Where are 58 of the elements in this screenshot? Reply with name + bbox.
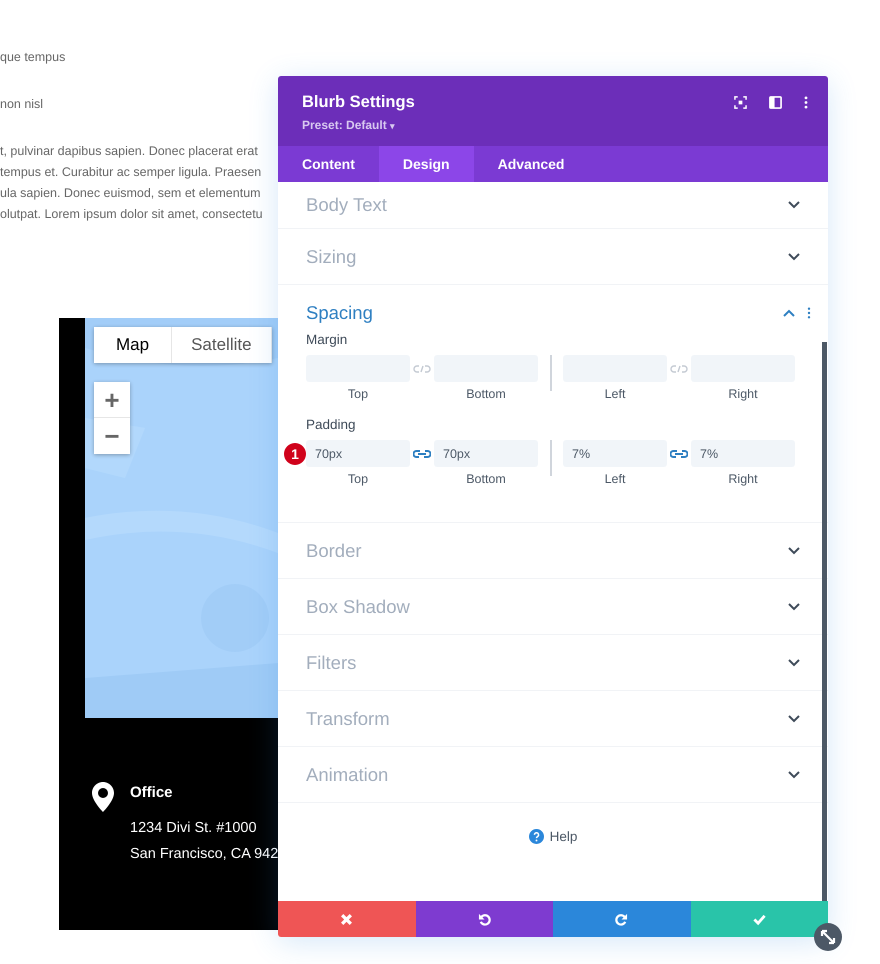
field-caption: Bottom [466,387,506,401]
tab[interactable]: Content [278,146,379,182]
address-line: San Francisco, CA 942 [130,845,278,864]
body-text: tempus et. Curabitur ac semper ligula. Praesen [0,164,262,181]
sidebar-layout-icon[interactable] [769,96,782,108]
modal-title: Blurb Settings [302,93,415,112]
chevron-down-icon[interactable] [788,658,800,666]
field-caption: Right [728,387,758,401]
more-options-icon[interactable] [807,306,811,318]
input-field[interactable]: 7% [691,440,795,467]
help-link[interactable]: Help [528,829,578,844]
more-options-icon[interactable] [804,96,808,108]
close-icon [340,912,354,926]
input-field[interactable]: 70px [306,440,410,467]
help-icon [528,829,544,844]
step-badge: 1 [284,443,306,465]
body-text: non nisl [0,96,44,113]
field-caption: Left [604,387,626,401]
chevron-down-icon[interactable] [788,602,800,610]
tab[interactable]: Advanced [474,146,588,182]
save-button[interactable] [690,901,828,937]
chevron-down-icon[interactable] [788,714,800,722]
chevron-down-icon[interactable] [788,252,800,260]
section-toggle[interactable]: Spacing [306,302,373,324]
field-caption: Bottom [466,472,506,486]
body-text: que tempus [0,49,66,66]
input-field[interactable]: 7% [563,440,667,467]
body-text: ula sapien. Donec euismod, sem et elementum [0,185,261,202]
input-field[interactable]: 70px [434,440,538,467]
chevron-up-icon[interactable] [783,308,795,316]
chevron-down-icon[interactable] [788,770,800,778]
expand-icon[interactable] [734,96,747,108]
undo-icon [478,912,491,926]
field-caption: Right [728,472,758,486]
map-type-button[interactable]: Map [94,327,172,363]
chevron-down-icon[interactable] [788,201,800,209]
field-label: Padding [306,417,357,432]
zoom-in-button[interactable]: + [94,382,130,418]
field-caption: Top [348,472,368,486]
field-caption: Top [348,387,368,401]
link-icon[interactable] [413,449,431,459]
location-pin-icon [92,782,114,812]
redo-icon [615,912,628,926]
tab[interactable]: Design [378,146,474,182]
chevron-down-icon[interactable] [788,546,800,554]
preset-dropdown[interactable]: Preset: Default ▾ [302,118,396,132]
map-type-button[interactable]: Satellite [172,327,272,363]
field-label: Margin [306,332,348,347]
contact-title: Office [130,784,174,801]
checkmark-icon [752,912,766,926]
zoom-out-button[interactable]: − [94,418,130,454]
address-line: 1234 Divi St. #1000 [130,819,258,838]
body-text: olutpat. Lorem ipsum dolor sit amet, consectetu [0,206,263,223]
resize-handle-icon[interactable] [814,923,842,951]
field-caption: Left [604,472,626,486]
link-icon[interactable] [670,449,688,459]
body-text: t, pulvinar dapibus sapien. Donec placerat erat [0,143,258,160]
scrollbar[interactable] [822,342,827,901]
